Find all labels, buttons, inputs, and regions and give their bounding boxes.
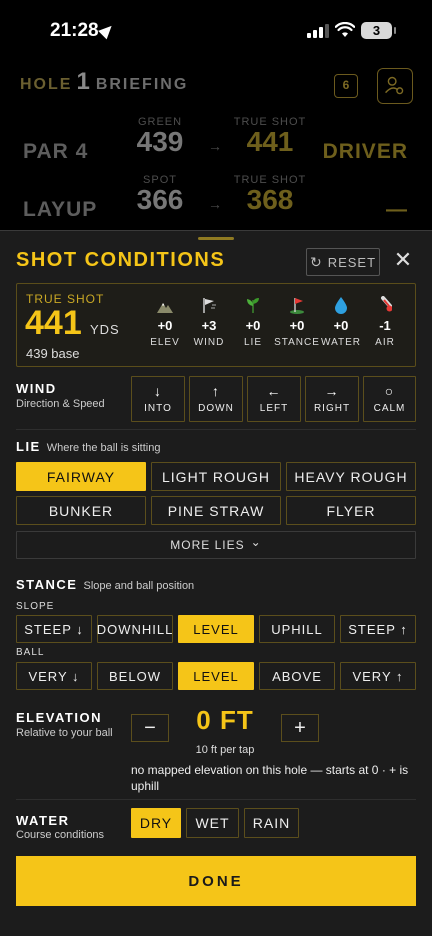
golf-flag-icon [290,298,304,314]
ball-below-button[interactable]: BELOW [97,662,173,690]
status-time: 21:28 [50,20,99,41]
elevation-subtitle: Relative to your ball [16,727,113,739]
lie-subtitle: Where the ball is sitting [46,442,161,454]
chevron-down-icon: ⌄ [250,535,262,549]
adjustment-lie: +0 LIE [229,294,277,348]
adjustment-stance: +0 STANCE [273,294,321,348]
hole-count-button[interactable]: 6 [334,74,358,98]
wind-flag-icon [203,298,216,313]
ball-very-above-button[interactable]: VERY ↑ [340,662,416,690]
water-drop-icon [335,297,347,314]
stance-title: STANCE Slope and ball position [16,577,195,592]
elevation-value: 0 FT [196,705,254,735]
leaf-icon [247,298,259,313]
wifi-icon [335,22,355,37]
adjustment-elev: +0 ELEV [141,294,189,348]
wind-right-button[interactable]: → RIGHT [305,376,359,422]
water-title: WATER [16,813,70,828]
briefing-row-par: PAR 4 GREEN 439 → TRUE SHOT 441 DRIVER [23,116,408,163]
hole-number: 1 [76,68,92,95]
hole-title: HOLE 1 BRIEFING [20,68,189,95]
cellular-signal-icon [307,24,329,38]
briefing-row-layup: LAYUP SPOT 366 → TRUE SHOT 368 — [23,174,408,221]
divider [16,429,416,430]
water-rain-button[interactable]: RAIN [244,808,299,838]
elevation-minus-button[interactable]: − [131,714,169,742]
water-subtitle: Course conditions [16,829,105,841]
status-bar: 21:28 3 [0,0,432,60]
wind-title: WIND [16,381,57,396]
close-button[interactable]: ✕ [392,249,414,272]
done-button[interactable]: DONE [16,856,416,906]
lie-bunker-button[interactable]: BUNKER [16,496,146,525]
wind-subtitle: Direction & Speed [16,398,105,410]
sheet-grabber[interactable] [198,237,234,240]
ball-above-button[interactable]: ABOVE [259,662,335,690]
slope-level-button[interactable]: LEVEL [178,615,254,643]
lie-pine-straw-button[interactable]: PINE STRAW [151,496,281,525]
arrow-left-icon: ← [266,383,282,399]
lie-light-rough-button[interactable]: LIGHT ROUGH [151,462,281,491]
lie-fairway-button[interactable]: FAIRWAY [16,462,146,491]
more-lies-button[interactable]: MORE LIES ⌄ [16,531,416,559]
wind-calm-button[interactable]: ○ CALM [363,376,416,422]
elevation-title: ELEVATION [16,710,102,725]
slope-steep-down-button[interactable]: STEEP ↓ [16,615,92,643]
arrow-right-icon: → [208,138,222,154]
lie-title: LIE Where the ball is sitting [16,439,161,454]
arrow-up-icon: ↑ [212,383,220,399]
stance-subtitle: Slope and ball position [83,580,195,592]
slope-steep-up-button[interactable]: STEEP ↑ [340,615,416,643]
base-distance: 439 base [26,346,80,361]
reset-button[interactable]: ↻ RESET [306,248,380,276]
user-settings-icon [385,76,404,95]
elevation-step-hint: 10 ft per tap [195,744,255,756]
slope-uphill-button[interactable]: UPHILL [259,615,335,643]
slope-downhill-button[interactable]: DOWNHILL [97,615,173,643]
arrow-right-icon: → [208,196,222,212]
shot-conditions-sheet: SHOT CONDITIONS ↻ RESET ✕ TRUE SHOT 441 … [0,230,432,936]
wind-left-button[interactable]: ← LEFT [247,376,301,422]
arrow-right-icon: → [324,383,340,399]
elevation-note: no mapped elevation on this hole — start… [131,763,409,793]
true-shot-card: TRUE SHOT 441 YDS 439 base +0 ELEV +3 WI… [16,283,416,367]
adjustment-wind: +3 WIND [185,294,233,348]
hole-briefing: HOLE 1 BRIEFING 6 PAR 4 GREEN 439 → TRUE SH… [0,60,432,232]
slope-label: SLOPE [16,601,55,612]
true-shot-value: 441 [25,304,82,342]
lie-flyer-button[interactable]: FLYER [286,496,416,525]
ball-very-below-button[interactable]: VERY ↓ [16,662,92,690]
water-dry-button[interactable]: DRY [131,808,181,838]
circle-icon: ○ [384,383,395,399]
ball-level-button[interactable]: LEVEL [178,662,254,690]
adjustment-water: +0 WATER [317,294,365,348]
mountain-icon [157,303,173,313]
thermometer-icon [381,296,392,312]
battery-icon: 3 [361,22,396,39]
water-wet-button[interactable]: WET [186,808,239,838]
reset-icon: ↻ [309,253,323,270]
adjustment-air: -1 AIR [361,294,409,348]
location-arrow-icon [98,21,116,40]
ball-label: BALL [16,647,45,658]
elevation-plus-button[interactable]: + [281,714,319,742]
wind-down-button[interactable]: ↑ DOWN [189,376,243,422]
lie-heavy-rough-button[interactable]: HEAVY ROUGH [286,462,416,491]
divider [16,799,416,800]
player-settings-button[interactable] [377,68,413,104]
sheet-title: SHOT CONDITIONS [16,249,226,271]
true-shot-unit: YDS [90,322,120,337]
wind-into-button[interactable]: ↓ INTO [131,376,185,422]
arrow-down-icon: ↓ [154,383,162,399]
